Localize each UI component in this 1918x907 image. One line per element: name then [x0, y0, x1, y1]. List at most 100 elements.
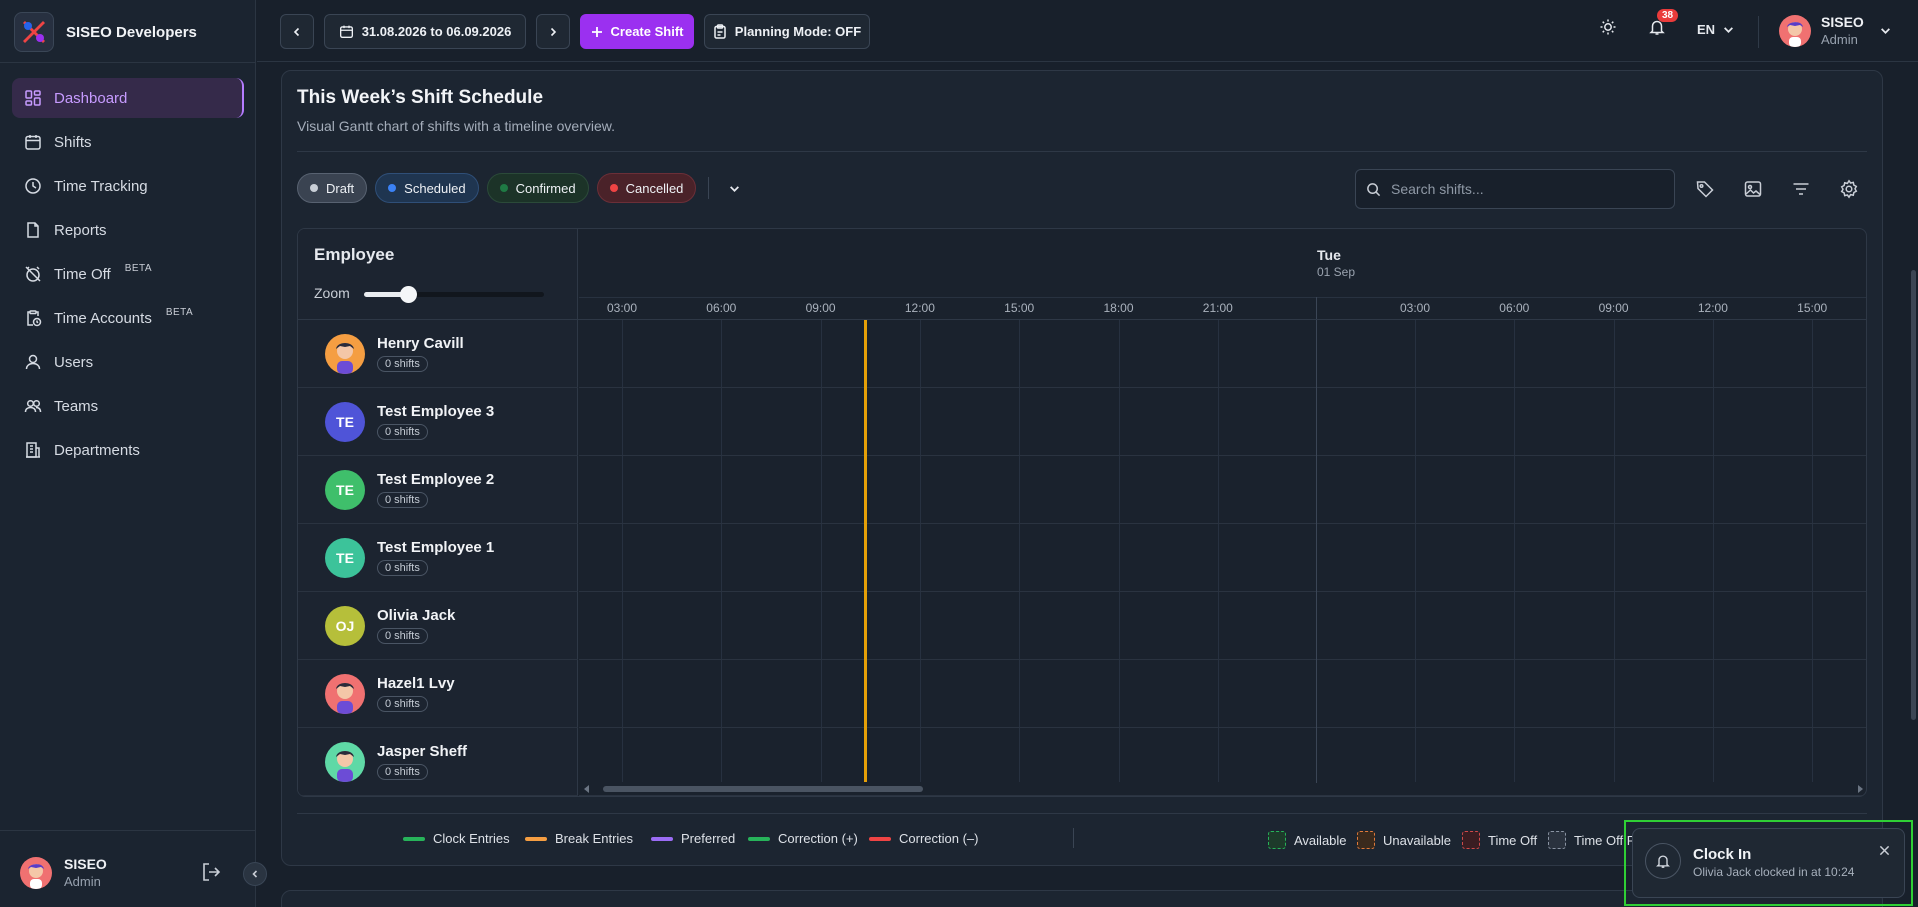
shift-schedule-card: This Week’s Shift Schedule Visual Gantt …	[281, 70, 1883, 866]
chevron-left-icon	[293, 27, 300, 36]
sidebar-item-departments[interactable]: Departments	[12, 430, 244, 470]
create-shift-button[interactable]: Create Shift	[580, 14, 694, 49]
filter-button[interactable]	[1791, 179, 1811, 199]
hour-label: 12:00	[904, 301, 935, 315]
toast-close-button[interactable]	[1879, 845, 1890, 856]
current-time-indicator	[864, 320, 867, 782]
next-week-button[interactable]	[536, 14, 570, 49]
page-scrollbar[interactable]	[1911, 270, 1916, 720]
legend-swatch	[1462, 831, 1480, 849]
chip-draft[interactable]: Draft	[297, 173, 368, 203]
zoom-slider[interactable]	[364, 286, 544, 303]
sidebar-item-users[interactable]: Users	[12, 342, 244, 382]
gear-icon	[1840, 179, 1858, 199]
chip-cancelled[interactable]: Cancelled	[596, 173, 697, 203]
sidebar-item-shifts[interactable]: Shifts	[12, 122, 244, 162]
employee-name: Hazel1 Lvy	[377, 675, 455, 692]
search-icon	[1367, 182, 1381, 196]
user-menu[interactable]: SISEO Admin	[1779, 14, 1891, 47]
day-label: Tue	[1317, 247, 1341, 263]
legend-label: Correction (+)	[778, 831, 858, 846]
users-icon	[24, 399, 42, 413]
chevron-left-icon	[252, 870, 258, 878]
zoom-slider-handle[interactable]	[400, 286, 417, 303]
avatar: OJ	[325, 605, 365, 646]
scroll-left-icon	[584, 785, 589, 793]
card-subtitle: Visual Gantt chart of shifts with a time…	[297, 118, 615, 134]
avatar	[1779, 14, 1811, 47]
employee-row[interactable]: TE Test Employee 1 0 shifts	[298, 524, 578, 592]
sidebar-item-teams[interactable]: Teams	[12, 386, 244, 426]
plus-icon	[591, 26, 602, 37]
document-icon	[27, 222, 39, 238]
image-icon	[1744, 181, 1762, 197]
chevron-down-icon	[730, 185, 740, 192]
sidebar-item-time-off[interactable]: Time Off BETA	[12, 254, 244, 294]
chips-expand-button[interactable]	[721, 183, 748, 194]
language-select[interactable]: EN	[1697, 22, 1734, 37]
sidebar-item-reports[interactable]: Reports	[12, 210, 244, 250]
toast-title: Clock In	[1693, 846, 1752, 863]
brand[interactable]: SISEO Developers	[14, 12, 197, 52]
hour-label: 18:00	[1103, 301, 1134, 315]
legend-label: Correction (–)	[899, 831, 979, 846]
grid-row-line	[579, 659, 1866, 660]
chip-scheduled[interactable]: Scheduled	[375, 173, 479, 203]
scrollbar-thumb[interactable]	[603, 786, 923, 792]
theme-toggle-button[interactable]	[1599, 18, 1617, 36]
day-date: 01 Sep	[1317, 265, 1356, 279]
clipboard-icon	[714, 24, 726, 39]
search-shifts-input[interactable]: Search shifts...	[1355, 169, 1675, 209]
sidebar-item-label: Time Tracking	[54, 177, 148, 195]
sidebar: SISEO Developers Dashboard Shifts Time T…	[0, 0, 256, 907]
divider	[298, 319, 1866, 320]
employee-row[interactable]: OJ Olivia Jack 0 shifts	[298, 592, 578, 660]
status-dot	[310, 184, 318, 192]
employee-name: Test Employee 2	[377, 471, 495, 488]
grid-line	[1217, 320, 1219, 782]
legend-correction-minus: Correction (–)	[869, 831, 978, 846]
employee-row[interactable]: Henry Cavill 0 shifts	[298, 320, 578, 388]
date-range-button[interactable]: 31.08.2026 to 06.09.2026	[324, 14, 526, 49]
legend-time-off-pending: Time Off P	[1548, 831, 1635, 849]
status-dot	[499, 184, 508, 192]
image-export-button[interactable]	[1743, 179, 1763, 199]
sidebar-item-label: Departments	[54, 441, 140, 459]
settings-button[interactable]	[1839, 179, 1859, 199]
legend-available: Available	[1268, 831, 1347, 849]
notification-count-badge: 38	[1657, 9, 1679, 22]
sidebar-item-time-accounts[interactable]: Time Accounts BETA	[12, 298, 244, 338]
tags-button[interactable]	[1695, 179, 1715, 199]
sidebar-nav: Dashboard Shifts Time Tracking Reports T…	[12, 78, 244, 474]
shift-count-badge: 0 shifts	[377, 764, 428, 780]
employee-row[interactable]: Hazel1 Lvy 0 shifts	[298, 660, 578, 728]
topbar: 31.08.2026 to 06.09.2026 Create Shift Pl…	[257, 0, 1918, 62]
status-dot	[388, 184, 397, 192]
timeline-grid[interactable]	[579, 320, 1866, 796]
prev-week-button[interactable]	[280, 14, 314, 49]
legend-label: Unavailable	[1383, 832, 1451, 848]
planning-mode-button[interactable]: Planning Mode: OFF	[704, 14, 870, 49]
sidebar-user[interactable]: SISEO Admin	[20, 856, 107, 889]
shift-count-badge: 0 shifts	[377, 492, 428, 508]
chip-confirmed[interactable]: Confirmed	[486, 173, 589, 203]
employee-row[interactable]: TE Test Employee 2 0 shifts	[298, 456, 578, 524]
logout-button[interactable]	[200, 861, 222, 883]
employee-name: Henry Cavill	[377, 335, 464, 352]
legend-label: Clock Entries	[433, 831, 510, 846]
clock-in-toast[interactable]: Clock In Olivia Jack clocked in at 10:24	[1632, 828, 1905, 898]
hour-label: 12:00	[1697, 301, 1728, 315]
sidebar-collapse-button[interactable]	[243, 862, 267, 886]
clipboard-clock-icon	[27, 310, 42, 327]
sidebar-item-label: Time Accounts	[54, 309, 152, 327]
sidebar-item-label: Time Off	[54, 265, 111, 283]
divider	[708, 177, 710, 199]
sidebar-item-dashboard[interactable]: Dashboard	[12, 78, 244, 118]
divider	[0, 62, 256, 63]
dashboard-icon	[25, 90, 41, 106]
sidebar-item-time-tracking[interactable]: Time Tracking	[12, 166, 244, 206]
horizontal-scrollbar[interactable]	[579, 782, 1866, 796]
employee-row[interactable]: TE Test Employee 3 0 shifts	[298, 388, 578, 456]
grid-line	[1118, 320, 1120, 782]
employee-row[interactable]: Jasper Sheff 0 shifts	[298, 728, 578, 796]
